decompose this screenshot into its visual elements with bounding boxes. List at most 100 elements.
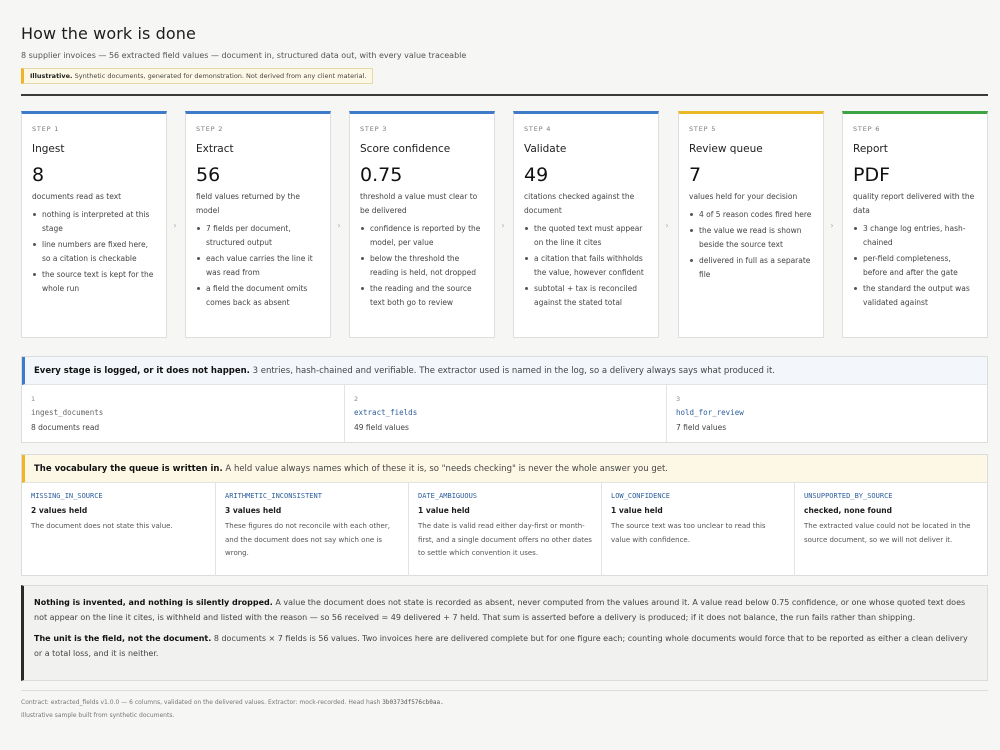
head-hash: 3b0373df576cb0aa. (382, 699, 444, 706)
step-bullet: 4 of 5 reason codes fired here (689, 208, 813, 222)
step-bullet: 3 change log entries, hash-chained (853, 222, 977, 250)
step-label: STEP 2 (196, 125, 224, 133)
step-label: STEP 5 (689, 125, 717, 133)
step-description: threshold a value must clear to be deliv… (360, 192, 478, 215)
step-bullets: 7 fields per document, structured output… (196, 222, 320, 310)
step-metric: 8 (32, 164, 45, 186)
log-entry: 2 extract_fields 49 field values (344, 385, 666, 442)
vocab-heading-strong: The vocabulary the queue is written in. (34, 464, 223, 474)
step-bullets: 3 change log entries, hash-chained per-f… (853, 222, 977, 310)
log-entry-number: 1 (31, 395, 36, 403)
reason-code-card: ARITHMETIC_INCONSISTENT 3 values held Th… (215, 483, 408, 576)
reason-code-card: UNSUPPORTED_BY_SOURCE checked, none foun… (794, 483, 987, 576)
reason-code: UNSUPPORTED_BY_SOURCE (804, 492, 893, 500)
chevron-right-icon: › (665, 221, 669, 230)
step-label: STEP 4 (524, 125, 552, 133)
step-bullet: 7 fields per document, structured output (196, 222, 320, 250)
step-bullet: the reading and the source text both go … (360, 282, 484, 310)
step-description: field values returned by the model (196, 192, 300, 215)
reason-count: 3 values held (225, 506, 282, 515)
log-entry: 1 ingest_documents 8 documents read (22, 385, 344, 442)
step-bullet: the value we read is shown beside the so… (689, 224, 813, 252)
log-entry-function: extract_fields (354, 408, 418, 417)
step-bullet: a field the document omits comes back as… (196, 282, 320, 310)
step-bullet: per-field completeness, before and after… (853, 252, 977, 280)
footer-contract-text: Contract: extracted_fields v1.0.0 — 6 co… (21, 699, 381, 706)
log-entry-function: ingest_documents (31, 408, 104, 417)
step-name: Ingest (32, 143, 65, 155)
step-metric: 56 (196, 164, 221, 186)
step-bullet: line numbers are fixed here, so a citati… (32, 238, 156, 266)
callout-paragraph: Nothing is invented, and nothing is sile… (34, 595, 975, 625)
vocabulary-panel-heading: The vocabulary the queue is written in. … (22, 455, 987, 483)
reason-count: checked, none found (804, 506, 893, 515)
step-bullet: the quoted text must appear on the line … (524, 222, 648, 250)
log-entries: 1 ingest_documents 8 documents read 2 ex… (22, 385, 987, 442)
step-name: Score confidence (360, 143, 451, 155)
page-subtitle: 8 supplier invoices — 56 extracted field… (21, 51, 467, 60)
illustrative-notice: Illustrative. Synthetic documents, gener… (21, 68, 374, 84)
chevron-right-icon: › (337, 221, 341, 230)
step-card-validate: STEP 4 Validate 49 citations checked aga… (513, 111, 659, 338)
chevron-right-icon: › (173, 221, 177, 230)
reason-code: ARITHMETIC_INCONSISTENT (225, 492, 322, 500)
step-bullet: nothing is interpreted at this stage (32, 208, 156, 236)
pipeline-steps: STEP 1 Ingest 8 documents read as text n… (21, 111, 988, 338)
reason-description: The date is valid read either day-first … (418, 522, 592, 557)
log-panel: Every stage is logged, or it does not ha… (21, 356, 988, 443)
step-name: Report (853, 143, 888, 155)
step-card-ingest: STEP 1 Ingest 8 documents read as text n… (21, 111, 167, 338)
chevron-right-icon: › (830, 221, 834, 230)
page-title: How the work is done (21, 24, 196, 43)
step-label: STEP 1 (32, 125, 60, 133)
principles-callout: Nothing is invented, and nothing is sile… (21, 585, 988, 681)
step-metric: 49 (524, 164, 549, 186)
notice-strong: Illustrative. (30, 72, 73, 80)
reason-count: 1 value held (611, 506, 663, 515)
vocab-heading-text: A held value always names which of these… (225, 464, 669, 474)
log-entry-description: 8 documents read (31, 423, 100, 432)
reason-description: These figures do not reconcile with each… (225, 522, 390, 557)
step-description: citations checked against the document (524, 192, 635, 215)
step-bullets: 4 of 5 reason codes fired here the value… (689, 208, 813, 282)
chevron-right-icon: › (501, 221, 505, 230)
step-bullet: the source text is kept for the whole ru… (32, 268, 156, 296)
reason-codes: MISSING_IN_SOURCE 2 values held The docu… (22, 483, 987, 576)
reason-description: The document does not state this value. (31, 522, 173, 530)
log-entry-number: 2 (354, 395, 359, 403)
header-divider (21, 94, 988, 96)
reason-description: The source text was too unclear to read … (611, 522, 766, 544)
callout-strong: Nothing is invented, and nothing is sile… (34, 598, 273, 607)
reason-code: DATE_AMBIGUOUS (418, 492, 478, 500)
notice-text: Synthetic documents, generated for demon… (74, 72, 367, 80)
reason-description: The extracted value could not be located… (804, 522, 971, 544)
step-name: Validate (524, 143, 567, 155)
log-entry-number: 3 (676, 395, 681, 403)
step-bullets: confidence is reported by the model, per… (360, 222, 484, 310)
reason-code: LOW_CONFIDENCE (611, 492, 671, 500)
step-bullet: a citation that fails withholds the valu… (524, 252, 648, 280)
reason-code-card: LOW_CONFIDENCE 1 value held The source t… (601, 483, 794, 576)
step-card-review-queue: STEP 5 Review queue 7 values held for yo… (678, 111, 824, 338)
step-card-extract: STEP 2 Extract 56 field values returned … (185, 111, 331, 338)
step-bullets: nothing is interpreted at this stage lin… (32, 208, 156, 296)
step-bullets: the quoted text must appear on the line … (524, 222, 648, 310)
reason-code: MISSING_IN_SOURCE (31, 492, 103, 500)
step-label: STEP 3 (360, 125, 388, 133)
footer-contract-line: Contract: extracted_fields v1.0.0 — 6 co… (21, 699, 444, 706)
log-entry: 3 hold_for_review 7 field values (666, 385, 987, 442)
footer-divider (21, 690, 988, 691)
log-entry-description: 49 field values (354, 423, 409, 432)
log-panel-heading: Every stage is logged, or it does not ha… (22, 357, 987, 385)
step-description: documents read as text (32, 192, 122, 201)
step-name: Extract (196, 143, 234, 155)
step-bullet: the standard the output was validated ag… (853, 282, 977, 310)
log-entry-description: 7 field values (676, 423, 727, 432)
footer-note: Illustrative sample built from synthetic… (21, 712, 175, 719)
step-description: quality report delivered with the data (853, 192, 975, 215)
step-bullet: below the threshold the reading is held,… (360, 252, 484, 280)
reason-count: 1 value held (418, 506, 470, 515)
step-bullet: confidence is reported by the model, per… (360, 222, 484, 250)
step-metric: PDF (853, 164, 891, 186)
step-card-score-confidence: STEP 3 Score confidence 0.75 threshold a… (349, 111, 495, 338)
